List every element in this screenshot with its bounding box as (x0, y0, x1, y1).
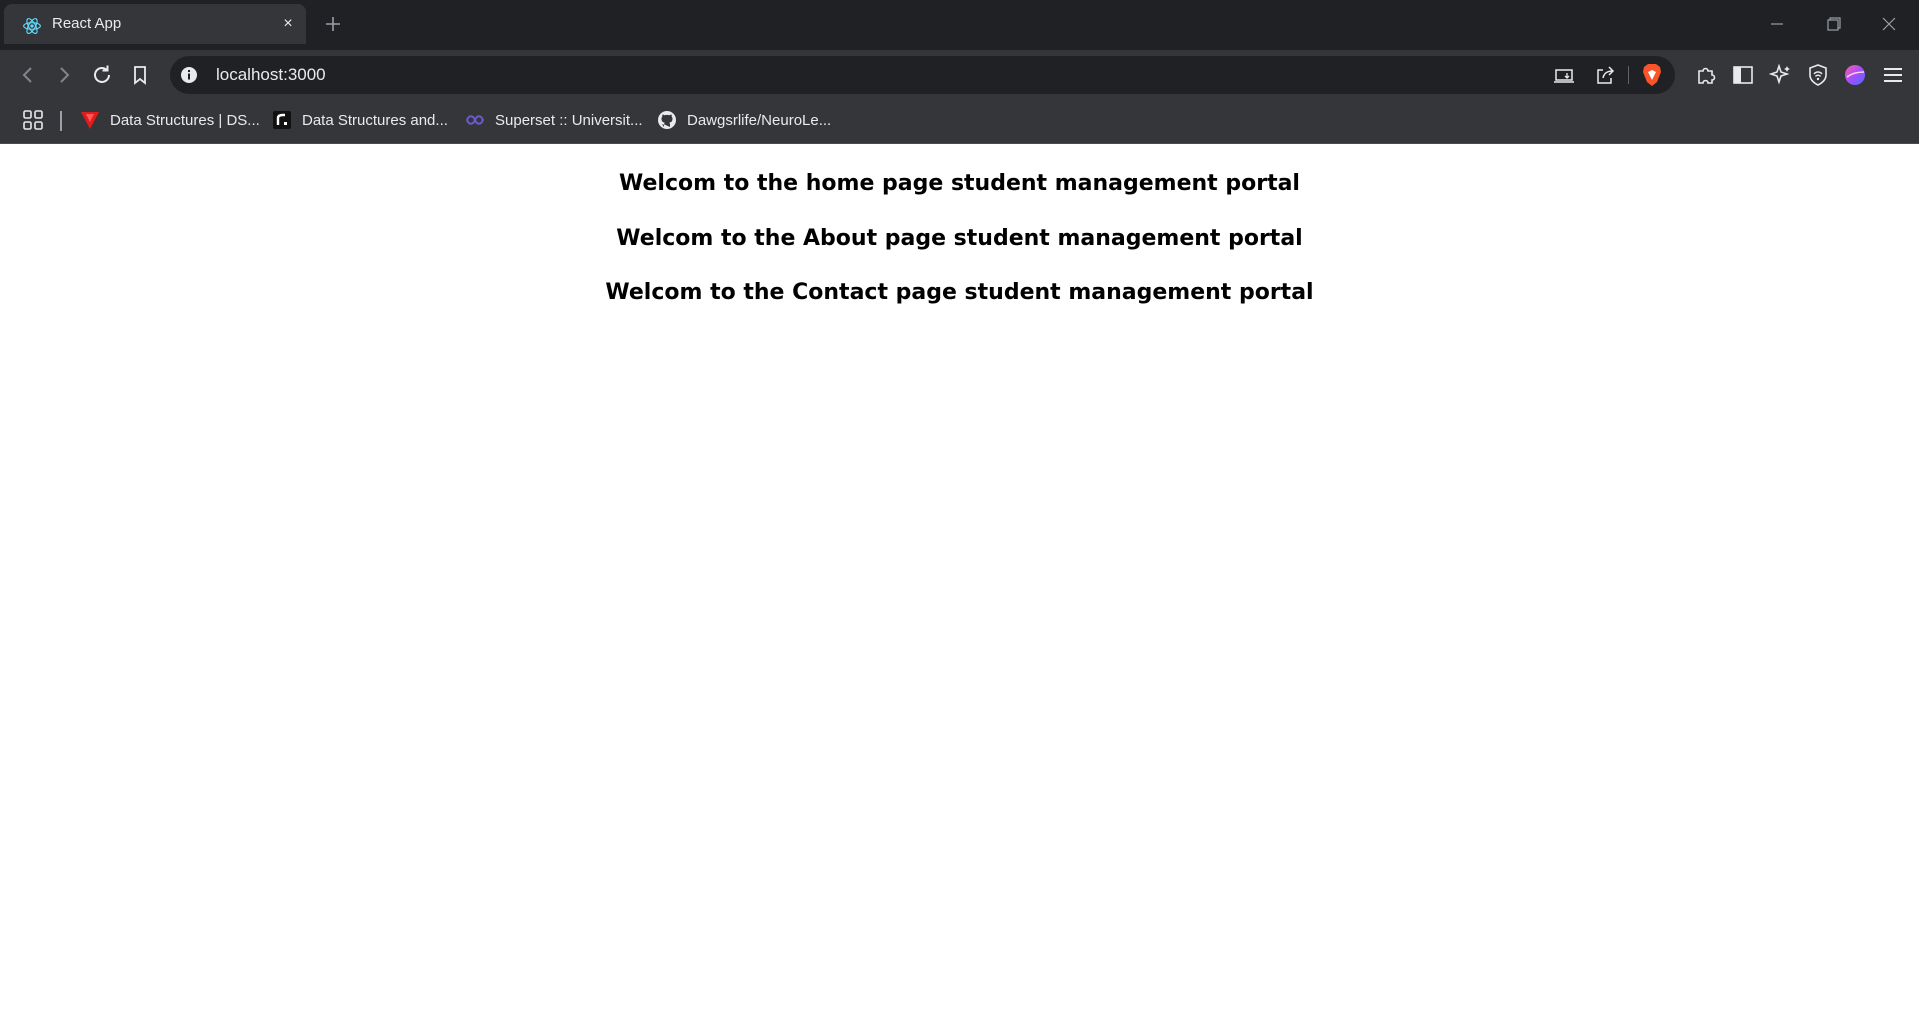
sidebar-icon[interactable] (1731, 63, 1755, 87)
bookmark-icon[interactable] (128, 63, 152, 87)
reload-icon[interactable] (90, 63, 114, 87)
bookmarks-bar: Data Structures | DS... Data Structures … (0, 100, 1919, 144)
restore-icon[interactable] (1810, 0, 1856, 48)
apps-grid-icon[interactable] (22, 109, 44, 131)
home-heading: Welcom to the home page student manageme… (619, 171, 1300, 196)
react-logo-icon (23, 18, 41, 34)
bookmark-item[interactable]: Data Structures | DS... (80, 100, 260, 140)
browser-toolbar: localhost:3000 (0, 50, 1919, 100)
extensions-icon[interactable] (1694, 63, 1718, 87)
tab-close-icon[interactable]: × (278, 14, 298, 34)
info-icon[interactable] (180, 66, 198, 84)
omnibox-separator (1628, 66, 1629, 84)
superset-icon (465, 115, 485, 125)
address-bar[interactable]: localhost:3000 (170, 56, 1675, 94)
bookmark-item[interactable]: Dawgsrlife/NeuroLe... (657, 100, 831, 140)
github-icon (658, 111, 676, 129)
bookmark-label: Data Structures and... (302, 111, 448, 129)
page-content: Welcom to the home page student manageme… (0, 145, 1919, 1018)
brave-shields-icon[interactable] (1641, 63, 1663, 87)
bookmarks-separator (60, 111, 62, 131)
close-icon[interactable] (1866, 0, 1912, 48)
plus-icon[interactable] (322, 13, 344, 35)
tab-react-app[interactable]: React App × (4, 4, 306, 44)
bookmark-label: Superset :: Universit... (495, 111, 643, 129)
back-arrow-icon[interactable] (16, 63, 40, 87)
bookmark-label: Data Structures | DS... (110, 111, 260, 129)
vpn-icon[interactable] (1806, 63, 1830, 87)
about-heading: Welcom to the About page student managem… (616, 226, 1303, 251)
forward-arrow-icon[interactable] (52, 63, 76, 87)
red-triangle-icon (81, 112, 99, 129)
bookmark-item[interactable]: Data Structures and... (272, 100, 448, 140)
minimize-icon[interactable] (1754, 0, 1800, 48)
leo-ai-icon[interactable] (1769, 63, 1793, 87)
tab-title: React App (52, 15, 122, 32)
share-icon[interactable] (1594, 65, 1616, 87)
bookmark-label: Dawgsrlife/NeuroLe... (687, 111, 832, 129)
contact-heading: Welcom to the Contact page student manag… (605, 280, 1314, 305)
install-app-icon[interactable] (1553, 65, 1575, 87)
menu-icon[interactable] (1881, 63, 1905, 87)
profile-avatar-icon[interactable] (1843, 63, 1867, 87)
r-logo-icon (273, 111, 291, 129)
url-text[interactable]: localhost:3000 (216, 56, 326, 94)
browser-titlebar: React App × (0, 0, 1919, 50)
bookmark-item[interactable]: Superset :: Universit... (465, 100, 643, 140)
